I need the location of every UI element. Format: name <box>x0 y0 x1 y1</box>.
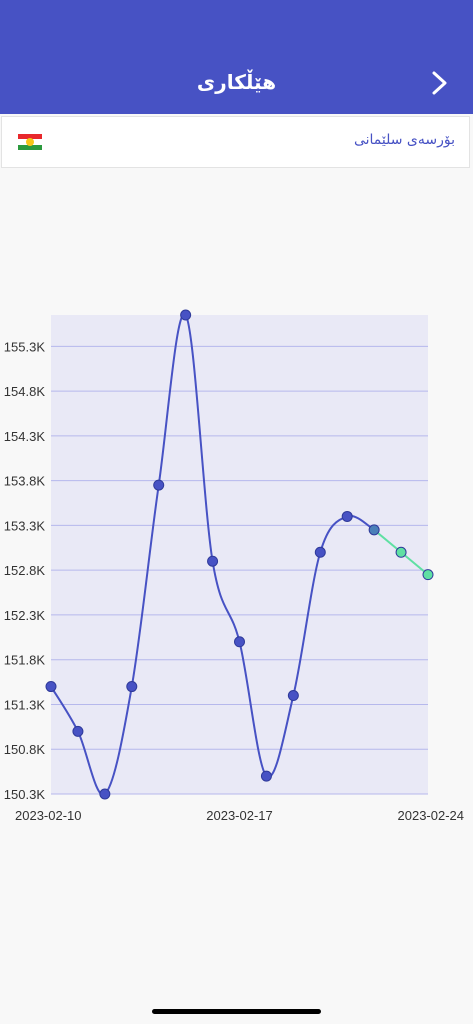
line-chart-svg: 150.3K 150.8K 151.3K 151.8K 152.3K 152.8K 153.… <box>4 309 465 823</box>
back-button[interactable] <box>425 66 455 100</box>
y-tick-label: 150.8K <box>4 742 46 757</box>
data-point <box>126 681 138 693</box>
page-title: هێڵکاری <box>196 70 277 94</box>
data-point <box>368 524 380 536</box>
y-tick-label: 153.3K <box>4 518 46 533</box>
data-point <box>287 690 299 702</box>
data-point <box>153 479 165 491</box>
price-chart: 150.3K 150.8K 151.3K 151.8K 152.3K 152.8K 153.… <box>0 300 473 840</box>
app-header: هێڵکاری <box>0 0 473 114</box>
home-indicator <box>152 1009 321 1014</box>
data-point <box>72 725 84 737</box>
x-tick-label: 2023-02-17 <box>206 808 273 823</box>
market-name: بۆرسەی سلێمانی <box>353 132 455 148</box>
kurdistan-flag-icon <box>18 134 42 150</box>
data-point <box>99 788 111 800</box>
y-tick-label: 152.3K <box>4 608 46 623</box>
x-tick-label: 2023-02-10 <box>15 808 82 823</box>
y-tick-label: 152.8K <box>4 563 46 578</box>
data-point <box>341 510 353 522</box>
y-tick-label: 155.3K <box>4 339 46 354</box>
data-point <box>45 681 57 693</box>
flag-sun <box>26 138 34 146</box>
plot-area <box>51 315 428 794</box>
y-tick-label: 151.3K <box>4 697 46 712</box>
data-point <box>422 569 434 581</box>
y-tick-label: 150.3K <box>4 787 46 802</box>
x-tick-label: 2023-02-24 <box>398 808 465 823</box>
chevron-right-icon <box>432 71 447 95</box>
data-point <box>260 770 272 782</box>
y-tick-label: 153.8K <box>4 474 46 489</box>
y-tick-label: 154.3K <box>4 429 46 444</box>
data-point <box>314 546 326 558</box>
data-point <box>180 309 192 321</box>
market-selector[interactable]: بۆرسەی سلێمانی <box>1 116 470 168</box>
y-tick-label: 151.8K <box>4 653 46 668</box>
y-tick-label: 154.8K <box>4 384 46 399</box>
data-point <box>395 546 407 558</box>
data-point <box>207 555 219 567</box>
data-point <box>234 636 245 648</box>
